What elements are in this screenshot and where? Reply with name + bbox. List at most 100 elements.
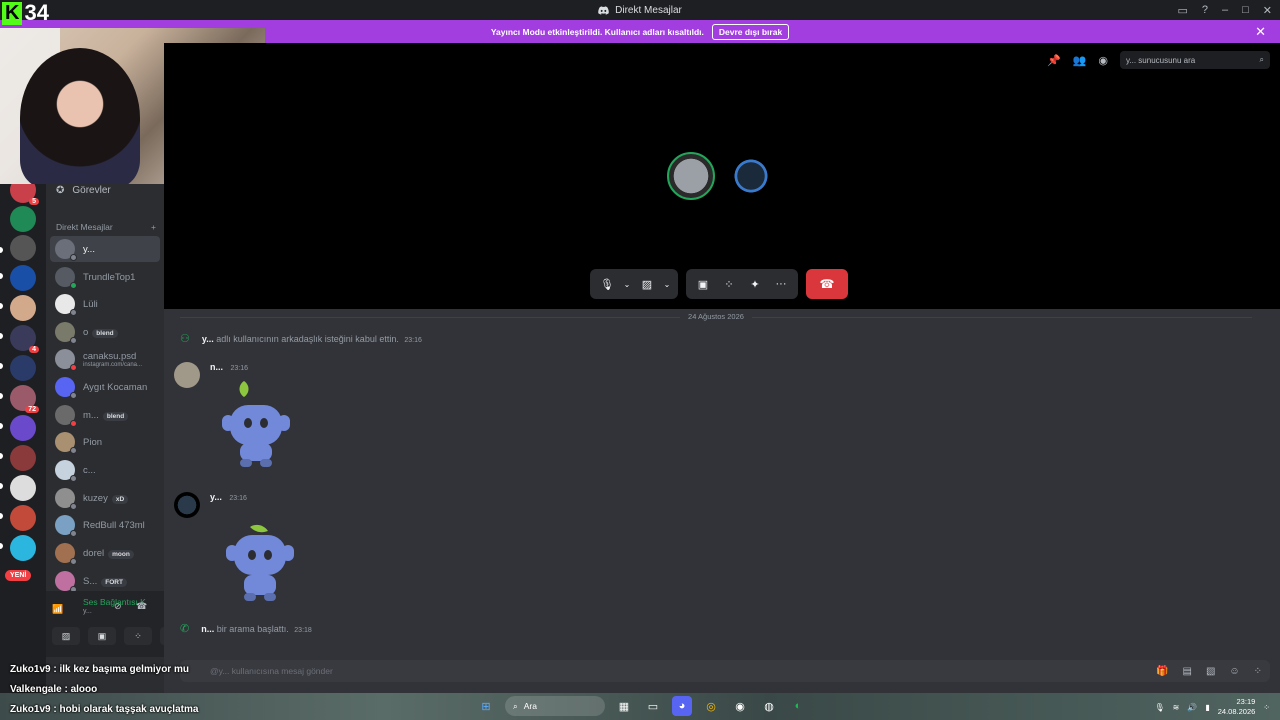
dm-name-group: c... [83, 465, 96, 476]
sticker-icon[interactable]: ▧ [1206, 666, 1215, 677]
gift-icon[interactable]: 🎁 [1156, 666, 1168, 677]
server-icon[interactable] [10, 265, 36, 291]
wumpus-sticker[interactable] [220, 521, 300, 617]
server-icon[interactable] [10, 505, 36, 531]
dm-name: o [83, 326, 89, 338]
call-participant-avatar[interactable] [727, 152, 775, 200]
hang-up-button[interactable]: ☎ [806, 269, 848, 299]
avatar[interactable] [174, 362, 200, 388]
server-icon[interactable] [10, 206, 36, 232]
message-author[interactable]: y... [210, 492, 222, 502]
discord-icon[interactable]: ◕ [672, 696, 692, 716]
user-profile-icon[interactable]: ◉ [1098, 54, 1108, 67]
activities-button[interactable]: ⁘ [124, 627, 152, 645]
dm-item[interactable]: TrundleTop1 [50, 264, 160, 290]
soundboard-icon[interactable]: ✦ [744, 273, 766, 295]
camera-off-icon[interactable]: ▨ [636, 273, 658, 295]
dm-item[interactable]: RedBull 473ml [50, 512, 160, 538]
volume-icon[interactable]: 🔊 [1187, 703, 1197, 712]
dm-name: dorel [83, 547, 105, 559]
server-icon[interactable] [10, 235, 36, 261]
call-controls: 🎙 ⌄ ▨ ⌄ ▣ ⁘ ✦ ··· ☎ [590, 269, 848, 299]
dm-item[interactable]: c... [50, 457, 160, 483]
call-area: 📌 👥 ◉ y... sunucusunu ara ⌕ 🎙 ⌄ ▨ ⌄ ▣ ⁘ … [164, 43, 1280, 309]
server-icon[interactable] [10, 535, 36, 561]
server-icon[interactable] [10, 355, 36, 381]
spotify-icon[interactable]: ◐ [788, 696, 808, 716]
microphone-icon[interactable]: 🎙 [1155, 703, 1165, 712]
status-indicator [70, 254, 77, 261]
discord-window: Direkt Mesajlar ▭ ? – □ ✕ Yayıncı Modu e… [0, 0, 1280, 720]
minimize-button[interactable]: – [1222, 4, 1228, 16]
unread-indicator [0, 363, 3, 369]
server-icon[interactable]: 72 [10, 385, 39, 413]
dm-item[interactable]: m... blend [50, 402, 160, 428]
activities-icon[interactable]: ⁘ [718, 273, 740, 295]
close-window-button[interactable]: ✕ [1263, 4, 1272, 17]
dm-item[interactable]: Aygıt Kocaman [50, 374, 160, 400]
maximize-button[interactable]: □ [1242, 4, 1249, 16]
server-icon[interactable] [10, 475, 36, 501]
system-user[interactable]: n... [201, 624, 214, 634]
disconnect-icon[interactable]: ☎ [136, 601, 147, 612]
clan-tag: blend [92, 328, 118, 338]
quests-item[interactable]: ✪ Görevler [56, 185, 111, 196]
dm-item[interactable]: canaksu.psd instagram.com/cana... [50, 346, 160, 372]
pin-icon[interactable]: 📌 [1047, 54, 1061, 67]
noise-suppression-icon[interactable]: ⊘ [114, 601, 122, 612]
dm-name: Lüli [83, 298, 98, 310]
wumpus-sticker[interactable] [216, 377, 296, 473]
plus-icon[interactable]: + [151, 222, 156, 232]
server-icon[interactable] [10, 445, 36, 471]
camera-off-button[interactable]: ▨ [52, 627, 80, 645]
clock[interactable]: 23:19 24.08.2026 [1218, 697, 1256, 717]
chat-area: 24 Ağustos 2026 ⚇ y... adlı kullanıcının… [164, 309, 1280, 693]
banner-close-icon[interactable]: ✕ [1255, 24, 1266, 40]
help-icon[interactable]: ? [1202, 4, 1208, 16]
dm-name-group: o blend [83, 327, 118, 338]
file-explorer-icon[interactable]: ▭ [643, 696, 663, 716]
steam-icon[interactable]: ◍ [759, 696, 779, 716]
dm-item[interactable]: dorel moon [50, 540, 160, 566]
signal-icon[interactable]: 📶 [52, 604, 63, 615]
wifi-icon[interactable]: ≋ [1173, 703, 1180, 712]
dm-item[interactable]: o blend [50, 319, 160, 345]
emoji-icon[interactable]: ☺ [1229, 666, 1239, 677]
voice-panel: 📶 Ses Bağlantısı K y... ⊘ ☎ ▨ ▣ ⁘ ✦ [46, 591, 188, 657]
avatar [55, 543, 77, 565]
add-friends-icon[interactable]: 👥 [1073, 54, 1087, 67]
quests-icon: ✪ [56, 185, 65, 196]
search-input[interactable]: y... sunucusunu ara ⌕ [1120, 51, 1270, 69]
chrome-icon[interactable]: ◎ [701, 696, 721, 716]
obs-icon[interactable]: ◉ [730, 696, 750, 716]
dm-item[interactable]: Pion [50, 429, 160, 455]
dm-item[interactable]: y... [50, 236, 160, 262]
avatar[interactable] [174, 492, 200, 518]
screen-share-button[interactable]: ▣ [88, 627, 116, 645]
new-servers-pill[interactable]: YENİ [5, 570, 32, 581]
disable-streamer-mode-button[interactable]: Devre dışı bırak [711, 23, 790, 40]
microphone-icon[interactable]: 🎙 [596, 273, 618, 295]
gif-icon[interactable]: ▤ [1182, 666, 1191, 677]
dm-item[interactable]: Lüli [50, 291, 160, 317]
chevron-down-icon[interactable]: ⌄ [622, 273, 632, 295]
chevron-down-icon[interactable]: ⌄ [662, 273, 672, 295]
more-icon[interactable]: ··· [770, 273, 792, 295]
server-icon[interactable] [10, 415, 36, 441]
server-icon[interactable]: 4 [10, 325, 39, 353]
system-message-text: n... bir arama başlattı. 23:18 [201, 624, 312, 634]
battery-icon[interactable]: ▮ [1205, 703, 1209, 712]
system-user[interactable]: y... [202, 334, 214, 344]
timestamp: 23:16 [230, 365, 249, 372]
widgets-icon[interactable]: ▦ [614, 696, 634, 716]
call-participant-avatar[interactable] [667, 152, 715, 200]
dm-item[interactable]: kuzey xD [50, 485, 160, 511]
message-author[interactable]: n... [210, 362, 223, 372]
server-icon[interactable] [10, 295, 36, 321]
notifications-icon[interactable]: ⁘ [1263, 703, 1270, 712]
kick-logo-icon: K [2, 1, 23, 25]
avatar [55, 460, 77, 482]
screen-share-icon[interactable]: ▣ [692, 273, 714, 295]
apps-icon[interactable]: ⁘ [1254, 666, 1262, 677]
inbox-icon[interactable]: ▭ [1177, 4, 1187, 17]
